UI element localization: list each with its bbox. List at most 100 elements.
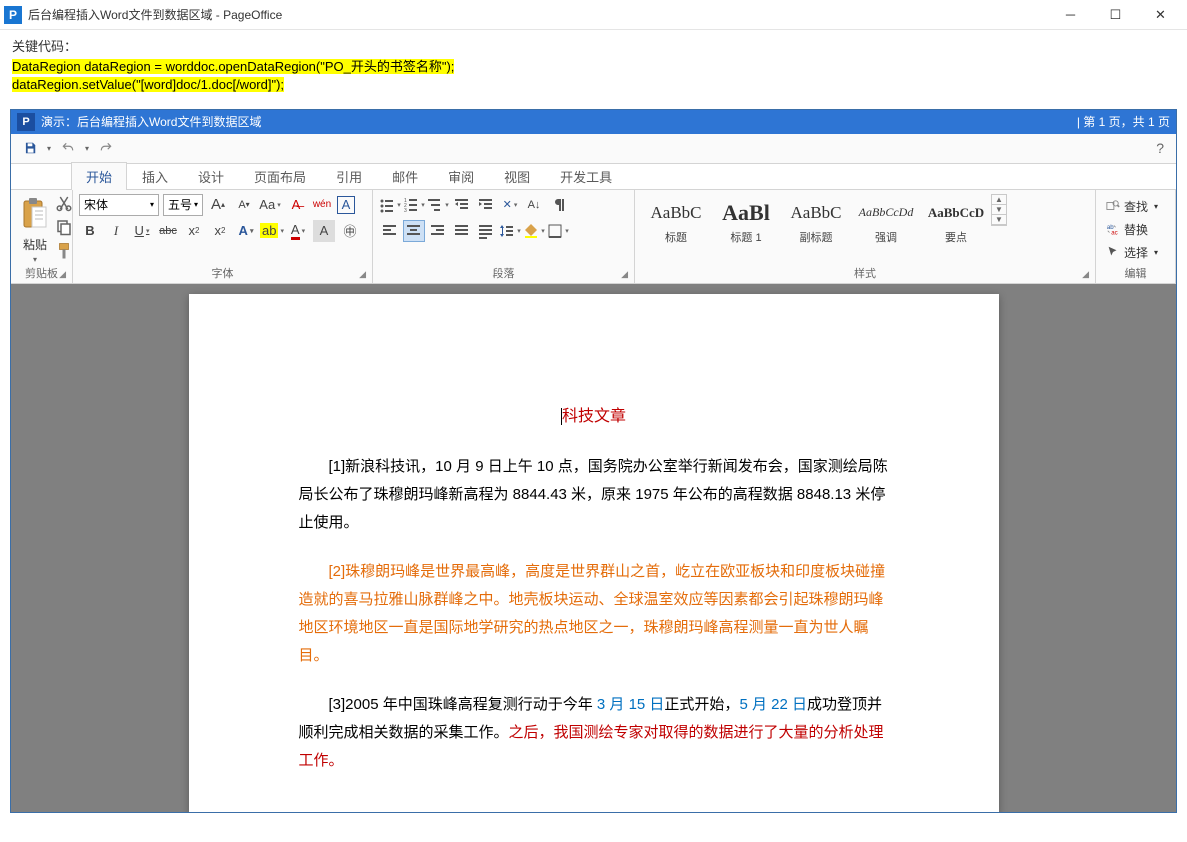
enclose-char-button[interactable]: ㊥: [339, 220, 361, 242]
align-center-button[interactable]: [403, 220, 425, 242]
styles-gallery[interactable]: AaBbC标题 AaBl标题 1 AaBbC副标题 AaBbCcDd强调 AaB…: [641, 194, 991, 252]
asian-layout-button[interactable]: ✕: [499, 194, 521, 216]
quick-access-toolbar: ▾ ▾ ?: [11, 134, 1176, 164]
char-shading-button[interactable]: A: [313, 220, 335, 242]
paragraph-launcher-icon[interactable]: ◢: [621, 269, 628, 280]
group-editing: 查找▾ abac替换 选择▾ 编辑: [1096, 190, 1176, 283]
cut-button[interactable]: [55, 194, 73, 212]
clear-format-button[interactable]: A̶: [285, 194, 307, 216]
format-painter-button[interactable]: [55, 242, 73, 260]
text-effects-button[interactable]: A: [235, 220, 257, 242]
styles-scroll-down-icon[interactable]: ▼: [992, 205, 1006, 215]
underline-button[interactable]: U: [131, 220, 153, 242]
tab-home[interactable]: 开始: [71, 162, 127, 190]
maximize-button[interactable]: ☐: [1093, 1, 1138, 29]
style-item-heading1[interactable]: AaBl标题 1: [711, 194, 781, 252]
find-button[interactable]: 查找▾: [1102, 196, 1162, 217]
subscript-button[interactable]: x2: [183, 220, 205, 242]
line-spacing-button[interactable]: [499, 220, 521, 242]
window-title: 后台编程插入Word文件到数据区域 - PageOffice: [28, 6, 1048, 23]
styles-scroll[interactable]: ▲ ▼ ▼: [991, 194, 1007, 226]
office-frame: P 演示：后台编程插入Word文件到数据区域 | 第 1 页，共 1 页 ▾ ▾…: [10, 109, 1177, 813]
tab-review[interactable]: 审阅: [433, 162, 489, 190]
font-name-combo[interactable]: 宋体▾: [79, 194, 159, 216]
tab-insert[interactable]: 插入: [127, 162, 183, 190]
window-titlebar: P 后台编程插入Word文件到数据区域 - PageOffice ─ ☐ ✕: [0, 0, 1187, 30]
doc-paragraph-2: [2]珠穆朗玛峰是世界最高峰，高度是世界群山之首，屹立在欧亚板块和印度板块碰撞造…: [299, 558, 889, 669]
superscript-button[interactable]: x2: [209, 220, 231, 242]
align-right-button[interactable]: [427, 220, 449, 242]
align-distribute-button[interactable]: [475, 220, 497, 242]
bullets-button[interactable]: [379, 194, 401, 216]
style-item-emphasis[interactable]: AaBbCcDd强调: [851, 194, 921, 252]
paste-label: 粘贴: [23, 236, 47, 253]
align-left-button[interactable]: [379, 220, 401, 242]
highlight-button[interactable]: ab: [261, 220, 283, 242]
tab-design[interactable]: 设计: [183, 162, 239, 190]
multilevel-list-button[interactable]: [427, 194, 449, 216]
group-styles-label: 样式◢: [641, 265, 1089, 281]
save-button[interactable]: [17, 136, 43, 160]
save-dropdown-icon[interactable]: ▾: [47, 144, 51, 153]
style-item-title[interactable]: AaBbC标题: [641, 194, 711, 252]
char-border-button[interactable]: A: [337, 196, 355, 214]
tab-references[interactable]: 引用: [321, 162, 377, 190]
shading-button[interactable]: [523, 220, 545, 242]
strikethrough-button[interactable]: abc: [157, 220, 179, 242]
doc-paragraph-3: [3]2005 年中国珠峰高程复测行动于今年 3 月 15 日正式开始，5 月 …: [299, 691, 889, 774]
styles-launcher-icon[interactable]: ◢: [1082, 269, 1089, 280]
tab-layout[interactable]: 页面布局: [239, 162, 321, 190]
borders-button[interactable]: [547, 220, 569, 242]
styles-scroll-up-icon[interactable]: ▲: [992, 195, 1006, 205]
ribbon-tabs: 开始 插入 设计 页面布局 引用 邮件 审阅 视图 开发工具: [11, 164, 1176, 190]
ribbon: 粘贴 ▾ 剪贴板◢ 宋体▾ 五号▾ A▴ A▾ Aa: [11, 190, 1176, 284]
show-marks-button[interactable]: [547, 194, 569, 216]
help-button[interactable]: ?: [1156, 140, 1170, 156]
tab-mail[interactable]: 邮件: [377, 162, 433, 190]
doc-paragraph-1: [1]新浪科技讯，10 月 9 日上午 10 点，国务院办公室举行新闻发布会，国…: [299, 453, 889, 536]
font-color-button[interactable]: A: [287, 220, 309, 242]
code-snippet-area: 关键代码： DataRegion dataRegion = worddoc.op…: [0, 30, 1187, 103]
font-launcher-icon[interactable]: ◢: [359, 269, 366, 280]
undo-dropdown-icon[interactable]: ▾: [85, 144, 89, 153]
styles-expand-icon[interactable]: ▼: [992, 215, 1006, 225]
svg-text:3: 3: [404, 208, 407, 213]
replace-button[interactable]: abac替换: [1102, 219, 1162, 240]
style-item-strong[interactable]: AaBbCcD要点: [921, 194, 991, 252]
paste-dropdown-icon[interactable]: ▾: [33, 255, 37, 264]
sort-button[interactable]: A↓: [523, 194, 545, 216]
page-indicator: | 第 1 页，共 1 页: [1077, 113, 1170, 130]
change-case-button[interactable]: Aa: [259, 194, 281, 216]
code-label: 关键代码：: [12, 38, 1175, 56]
increase-indent-button[interactable]: [475, 194, 497, 216]
style-item-subtitle[interactable]: AaBbC副标题: [781, 194, 851, 252]
bold-button[interactable]: B: [79, 220, 101, 242]
grow-font-button[interactable]: A▴: [207, 194, 229, 216]
decrease-indent-button[interactable]: [451, 194, 473, 216]
document-page[interactable]: 科技文章 [1]新浪科技讯，10 月 9 日上午 10 点，国务院办公室举行新闻…: [189, 294, 999, 812]
select-button[interactable]: 选择▾: [1102, 242, 1162, 263]
office-header-title: 演示：后台编程插入Word文件到数据区域: [41, 113, 1077, 130]
tab-view[interactable]: 视图: [489, 162, 545, 190]
group-clipboard: 粘贴 ▾ 剪贴板◢: [11, 190, 73, 283]
document-area[interactable]: 科技文章 [1]新浪科技讯，10 月 9 日上午 10 点，国务院办公室举行新闻…: [11, 284, 1176, 812]
close-button[interactable]: ✕: [1138, 1, 1183, 29]
group-editing-label: 编辑: [1102, 265, 1169, 281]
group-paragraph: 123 ✕ A↓: [373, 190, 635, 283]
redo-button[interactable]: [93, 136, 119, 160]
minimize-button[interactable]: ─: [1048, 1, 1093, 29]
clipboard-launcher-icon[interactable]: ◢: [59, 269, 66, 280]
phonetic-guide-button[interactable]: wén: [311, 194, 333, 216]
shrink-font-button[interactable]: A▾: [233, 194, 255, 216]
copy-button[interactable]: [55, 218, 73, 236]
office-header-icon: P: [17, 113, 35, 131]
font-size-combo[interactable]: 五号▾: [163, 194, 203, 216]
italic-button[interactable]: I: [105, 220, 127, 242]
paste-button[interactable]: [17, 194, 53, 234]
align-justify-button[interactable]: [451, 220, 473, 242]
undo-button[interactable]: [55, 136, 81, 160]
numbering-button[interactable]: 123: [403, 194, 425, 216]
office-header: P 演示：后台编程插入Word文件到数据区域 | 第 1 页，共 1 页: [11, 110, 1176, 134]
tab-developer[interactable]: 开发工具: [545, 162, 627, 190]
group-font: 宋体▾ 五号▾ A▴ A▾ Aa A̶ wén A B I U abc x2 x…: [73, 190, 373, 283]
